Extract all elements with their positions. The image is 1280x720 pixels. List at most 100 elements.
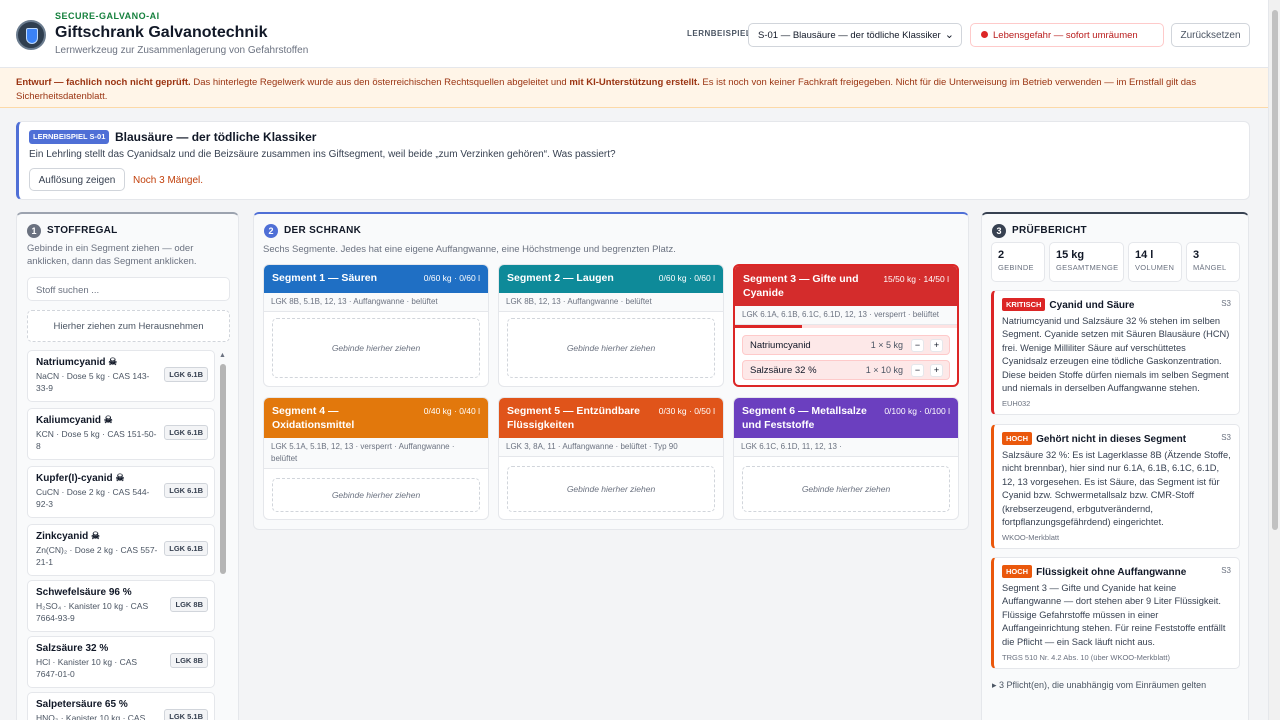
finding-high[interactable]: HOCH Flüssigkeit ohne Auffangwanne S3 Seg…: [991, 557, 1240, 670]
page-scrollbar[interactable]: [1268, 0, 1280, 720]
segment-capacity: 0/60 kg · 0/60 l: [658, 273, 715, 283]
segment-properties: LGK 6.1A, 6.1B, 6.1C, 6.1D, 12, 13 · ver…: [735, 306, 957, 325]
segment-5[interactable]: Segment 5 — Entzündbare Flüssigkeiten 0/…: [498, 397, 724, 520]
segment-dropzone[interactable]: Gebinde hierher ziehen: [742, 466, 950, 512]
shelf-title: STOFFREGAL: [47, 225, 118, 236]
finding-text: Segment 3 — Gifte und Cyanide hat keine …: [1002, 583, 1226, 647]
danger-status-label: Lebensgefahr — sofort umräumen: [993, 30, 1138, 41]
shelf-hint: Gebinde in ein Segment ziehen — oder ank…: [27, 243, 197, 267]
example-select-value: S-01 — Blausäure — der tödliche Klassike…: [758, 30, 941, 41]
warning-text-1: Das hinterlegte Regelwerk wurde aus den …: [190, 77, 570, 88]
decrement-button[interactable]: −: [911, 364, 924, 377]
substance-item[interactable]: Kupfer(I)-cyanid ☠ CuCN · Dose 2 kg · CA…: [27, 466, 215, 518]
severity-badge: HOCH: [1002, 432, 1033, 445]
segment-dropzone[interactable]: Gebinde hierher ziehen: [272, 318, 480, 378]
reset-button[interactable]: Zurücksetzen: [1171, 23, 1250, 47]
substance-list-scrollbar[interactable]: ▲: [218, 350, 228, 720]
stat-label: MÄNGEL: [1193, 263, 1227, 272]
substance-item[interactable]: Salpetersäure 65 % HNO₃ · Kanister 10 kg…: [27, 692, 215, 720]
stat-value: 14 l: [1135, 249, 1154, 261]
segment-name: Segment 1 — Säuren: [272, 272, 378, 284]
warning-lead: Entwurf — fachlich noch nicht geprüft.: [16, 77, 191, 88]
substance-meta: KCN · Dose 5 kg · CAS 151-50-8: [36, 429, 157, 451]
segment-properties: LGK 5.1A, 5.1B, 12, 13 · versperrt · Auf…: [264, 438, 488, 469]
report-panel: 3 PRÜFBERICHT 2 GEBINDE 15 kg GESAMTMENG…: [981, 212, 1249, 720]
substance-item[interactable]: Zinkcyanid ☠ Zn(CN)₂ · Dose 2 kg · CAS 5…: [27, 524, 215, 576]
stat-value: 2: [998, 249, 1005, 261]
segment-capacity: 15/50 kg · 14/50 l: [883, 274, 949, 284]
stat-defects: 3 MÄNGEL: [1186, 242, 1240, 282]
scroll-up-icon[interactable]: ▲: [219, 352, 226, 359]
segment-1[interactable]: Segment 1 — Säuren 0/60 kg · 0/60 l LGK …: [263, 264, 489, 387]
remaining-defects: Noch 3 Mängel.: [133, 175, 204, 186]
stat-value: 3: [1193, 249, 1200, 261]
finding-reference: EUH032: [1002, 399, 1031, 409]
step-number: 3: [992, 224, 1006, 238]
segment-dropzone[interactable]: Gebinde hierher ziehen: [507, 466, 715, 512]
segment-dropzone[interactable]: Gebinde hierher ziehen: [272, 478, 480, 512]
entry-name: Natriumcyanid: [750, 340, 811, 351]
substance-meta: H₂SO₄ · Kanister 10 kg · CAS 7664-93-9: [36, 601, 149, 623]
segment-header: Segment 6 — Metallsalze und Feststoffe 0…: [734, 398, 958, 438]
chevron-down-icon: ⌄: [944, 29, 954, 41]
severity-badge: HOCH: [1002, 565, 1033, 578]
lesson-badge: LERNBEISPIEL S-01: [29, 130, 110, 144]
substance-meta: CuCN · Dose 2 kg · CAS 544-92-3: [36, 487, 150, 509]
stat-containers: 2 GEBINDE: [991, 242, 1045, 282]
entry-name: Salzsäure 32 %: [750, 365, 817, 376]
page-scrollbar-thumb[interactable]: [1272, 10, 1278, 530]
segment-capacity: 0/60 kg · 0/60 l: [423, 273, 480, 283]
segment-capacity: 0/30 kg · 0/50 l: [658, 406, 715, 416]
finding-title: Flüssigkeit ohne Auffangwanne: [1036, 567, 1187, 578]
obligations-toggle[interactable]: ▸ 3 Pflicht(en), die unabhängig vom Einr…: [992, 680, 1206, 691]
draft-warning-banner: Entwurf — fachlich noch nicht geprüft. D…: [0, 68, 1268, 108]
segment-name: Segment 3 — Gifte und Cyanide: [743, 273, 859, 299]
stat-label: GESAMTMENGE: [1056, 263, 1119, 272]
segment-header: Segment 5 — Entzündbare Flüssigkeiten 0/…: [499, 398, 723, 438]
example-select[interactable]: S-01 — Blausäure — der tödliche Klassike…: [748, 23, 962, 47]
storage-class-badge: LGK 8B: [170, 653, 208, 668]
shelf-panel: 1 STOFFREGAL Gebinde in ein Segment zieh…: [16, 212, 239, 720]
substance-item[interactable]: Schwefelsäure 96 % H₂SO₄ · Kanister 10 k…: [27, 580, 215, 632]
finding-segment: S3: [1221, 566, 1231, 575]
entry-quantity: 1 × 5 kg: [870, 340, 903, 350]
segment-name: Segment 6 — Metallsalze und Feststoffe: [742, 405, 867, 431]
stat-value: 15 kg: [1056, 249, 1085, 261]
substance-list-scrollbar-thumb[interactable]: [220, 364, 226, 574]
step-number: 2: [264, 224, 278, 238]
segment-capacity: 0/40 kg · 0/40 l: [423, 406, 480, 416]
danger-status-button[interactable]: Lebensgefahr — sofort umräumen: [970, 23, 1164, 47]
app-title: Giftschrank Galvanotechnik: [55, 24, 268, 41]
substance-search-input[interactable]: Stoff suchen ...: [27, 277, 230, 301]
segment-header: Segment 3 — Gifte und Cyanide 15/50 kg ·…: [735, 266, 957, 306]
substance-item[interactable]: Kaliumcyanid ☠ KCN · Dose 5 kg · CAS 151…: [27, 408, 215, 460]
finding-text: Natriumcyanid und Salzsäure 32 % stehen …: [1002, 316, 1230, 394]
finding-critical[interactable]: KRITISCH Cyanid und Säure S3 Natriumcyani…: [991, 290, 1240, 416]
substance-item[interactable]: Salzsäure 32 % HCl · Kanister 10 kg · CA…: [27, 636, 215, 688]
lesson-card: LERNBEISPIEL S-01 Blausäure — der tödlic…: [16, 121, 1250, 200]
segment-2[interactable]: Segment 2 — Laugen 0/60 kg · 0/60 l LGK …: [498, 264, 724, 387]
segment-4[interactable]: Segment 4 — Oxidationsmittel 0/40 kg · 0…: [263, 397, 489, 520]
segment-properties: LGK 8B, 5.1B, 12, 13 · Auffangwanne · be…: [264, 293, 488, 312]
finding-segment: S3: [1221, 433, 1231, 442]
segment-entry[interactable]: Salzsäure 32 % 1 × 10 kg − +: [742, 360, 950, 380]
segment-entry[interactable]: Natriumcyanid 1 × 5 kg − +: [742, 335, 950, 355]
segment-header: Segment 2 — Laugen 0/60 kg · 0/60 l: [499, 265, 723, 293]
substance-item[interactable]: Natriumcyanid ☠ NaCN · Dose 5 kg · CAS 1…: [27, 350, 215, 402]
finding-high[interactable]: HOCH Gehört nicht in dieses Segment S3 Sa…: [991, 424, 1240, 550]
shield-logo-icon: [16, 20, 46, 50]
remove-dropzone[interactable]: Hierher ziehen zum Herausnehmen: [27, 310, 230, 342]
segment-6[interactable]: Segment 6 — Metallsalze und Feststoffe 0…: [733, 397, 959, 520]
segment-dropzone[interactable]: Gebinde hierher ziehen: [507, 318, 715, 378]
segment-name: Segment 2 — Laugen: [507, 272, 614, 284]
segment-3[interactable]: Segment 3 — Gifte und Cyanide 15/50 kg ·…: [733, 264, 959, 387]
increment-button[interactable]: +: [930, 339, 943, 352]
decrement-button[interactable]: −: [911, 339, 924, 352]
substance-meta: HCl · Kanister 10 kg · CAS 7647-01-0: [36, 657, 138, 679]
finding-title: Gehört nicht in dieses Segment: [1036, 434, 1187, 445]
storage-class-badge: LGK 6.1B: [164, 483, 208, 498]
show-solution-button[interactable]: Auflösung zeigen: [29, 168, 125, 191]
lesson-description: Ein Lehrling stellt das Cyanidsalz und d…: [29, 149, 616, 160]
increment-button[interactable]: +: [930, 364, 943, 377]
segment-properties: LGK 3, 8A, 11 · Auffangwanne · belüftet …: [499, 438, 723, 457]
